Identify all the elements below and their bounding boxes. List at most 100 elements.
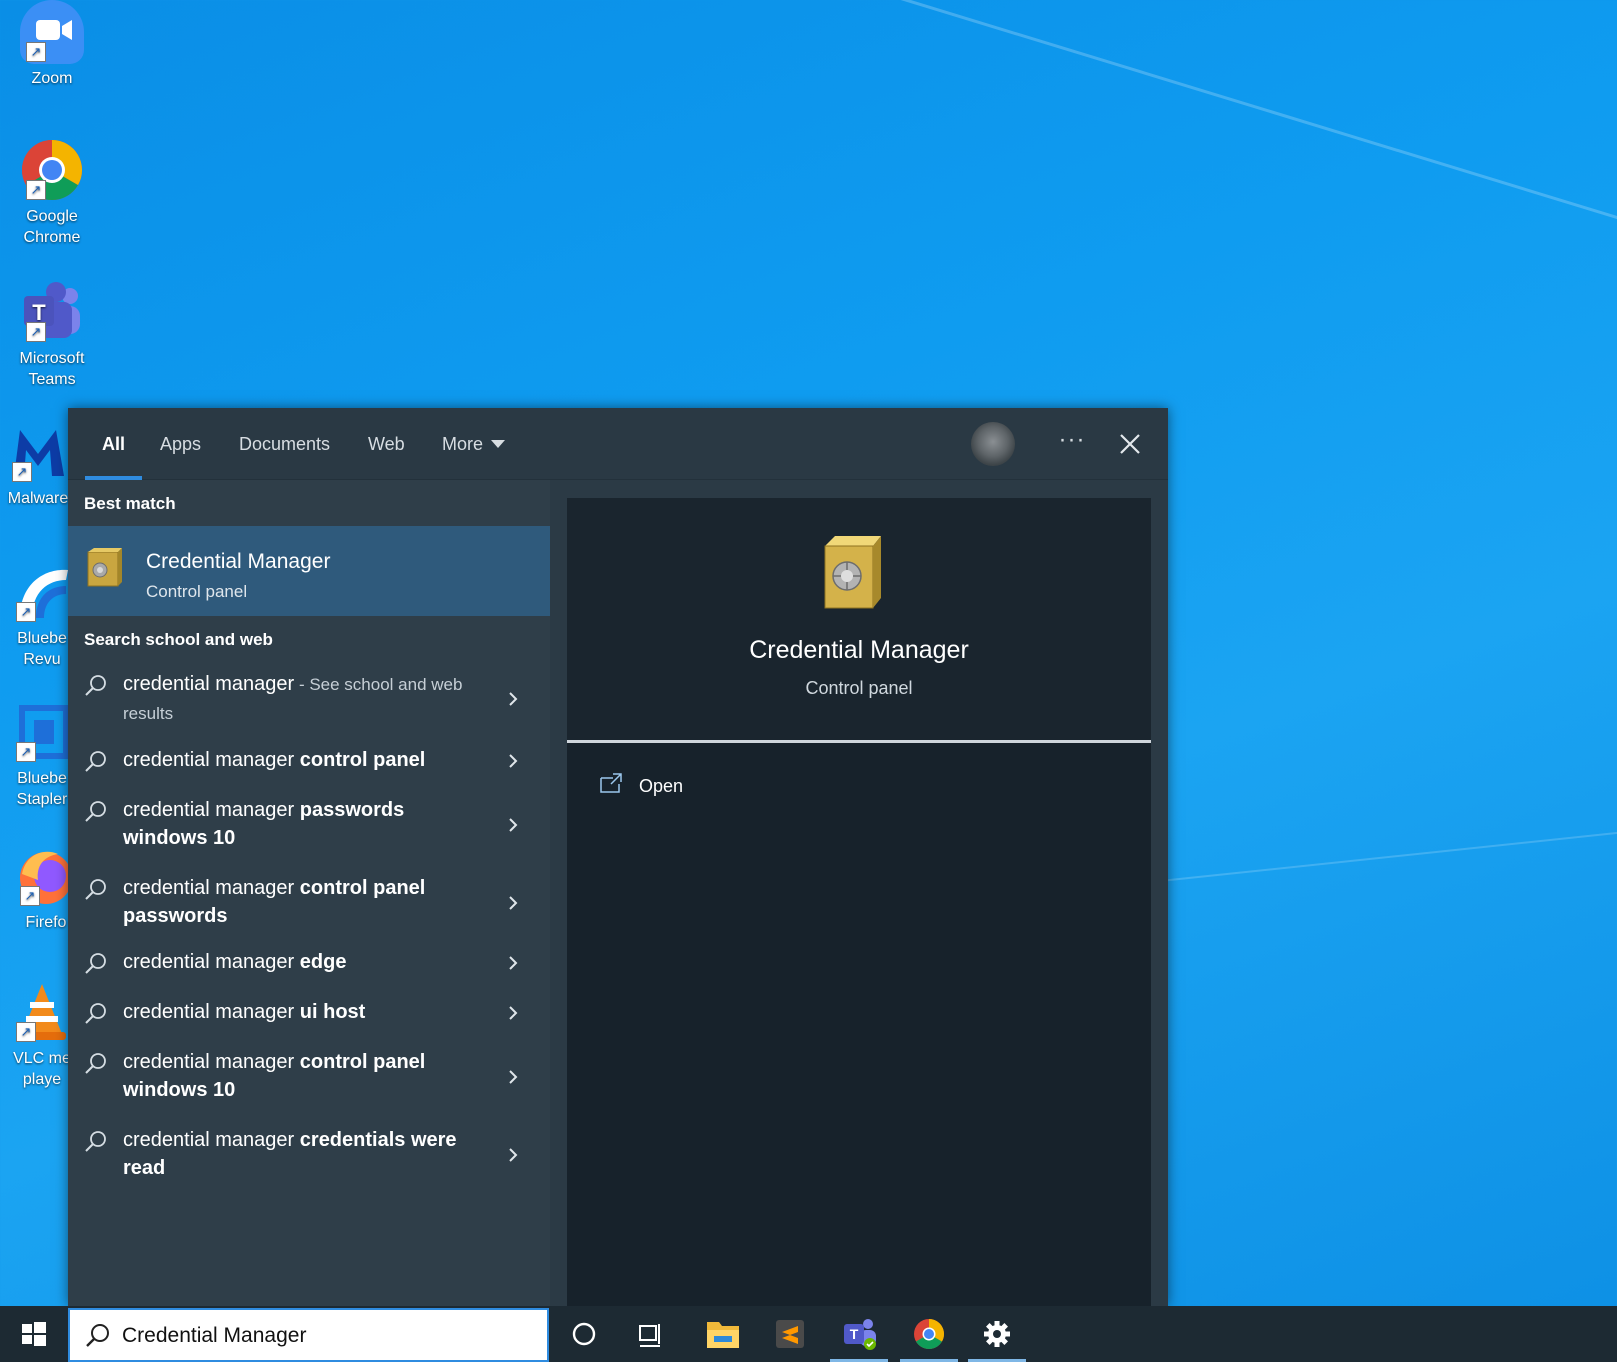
open-icon	[600, 773, 622, 793]
result-bold: control panel	[299, 749, 426, 771]
preview-pane: Credential Manager Control panel Open	[567, 498, 1151, 1306]
best-match-heading: Best match	[84, 494, 176, 513]
tab-more-label: More	[442, 434, 484, 454]
tab-web[interactable]: Web	[368, 408, 405, 480]
web-result-item[interactable]: credential manager - See school and web …	[68, 670, 550, 730]
preview-divider	[567, 740, 1151, 743]
result-prefix: credential manager	[123, 877, 300, 899]
result-prefix: credential manager	[123, 799, 300, 821]
desktop-icon-zoom[interactable]: ↗ Zoom	[2, 0, 102, 89]
cortana-button[interactable]	[551, 1306, 617, 1362]
taskbar-file-explorer[interactable]	[690, 1306, 756, 1362]
desktop-icon-teams[interactable]: T ↗ Microsoft Teams	[2, 280, 102, 390]
search-icon	[85, 953, 106, 974]
search-icon	[85, 751, 106, 772]
taskbar-search-box[interactable]	[68, 1308, 549, 1362]
avatar[interactable]	[971, 422, 1015, 466]
sublime-text-icon	[776, 1320, 804, 1348]
tab-all[interactable]: All	[84, 408, 143, 480]
web-result-text: credential manager - See school and web …	[123, 670, 483, 728]
web-result-item[interactable]: credential manager control panel windows…	[68, 1048, 550, 1108]
best-match-title: Credential Manager	[146, 550, 331, 573]
best-match-item[interactable]: Credential Manager Control panel	[68, 526, 550, 616]
taskbar: T	[0, 1306, 1617, 1362]
preview-title: Credential Manager	[749, 636, 969, 664]
web-result-item[interactable]: credential manager passwords windows 10	[68, 796, 550, 856]
web-result-item[interactable]: credential manager ui host	[68, 998, 550, 1030]
search-tabs-bar: All Apps Documents Web More ···	[68, 408, 1168, 480]
shortcut-arrow-icon: ↗	[16, 742, 36, 762]
result-bold: edge	[299, 951, 347, 973]
web-result-item[interactable]: credential manager control panel passwor…	[68, 874, 550, 934]
web-result-text: credential manager passwords windows 10	[123, 796, 483, 853]
tab-documents[interactable]: Documents	[239, 408, 330, 480]
chevron-right-icon	[509, 818, 518, 832]
tab-more[interactable]: More	[442, 408, 506, 480]
chevron-right-icon	[509, 896, 518, 910]
result-prefix: credential manager	[123, 1129, 300, 1151]
web-result-text: credential manager control panel windows…	[123, 1048, 483, 1105]
wallpaper-light-ray	[1160, 806, 1617, 882]
teams-icon: T ↗	[20, 280, 84, 344]
search-panel: All Apps Documents Web More ··· Best mat…	[68, 408, 1168, 1306]
cortana-circle-icon	[572, 1322, 596, 1346]
web-result-item[interactable]: credential manager credentials were read	[68, 1126, 550, 1186]
web-results-heading: Search school and web	[84, 630, 273, 649]
wallpaper-light-ray	[779, 0, 1617, 314]
search-input[interactable]	[122, 1320, 532, 1352]
web-result-item[interactable]: credential manager edge	[68, 948, 550, 980]
search-icon	[85, 1003, 106, 1024]
web-result-text: credential manager credentials were read	[123, 1126, 483, 1183]
chrome-icon	[914, 1319, 945, 1350]
malwarebytes-icon: ↗	[6, 420, 70, 484]
preview-subtitle: Control panel	[805, 678, 913, 698]
teams-icon: T	[844, 1319, 876, 1350]
result-prefix: credential manager	[123, 1051, 300, 1073]
search-icon	[85, 1131, 106, 1152]
vault-icon	[86, 546, 122, 590]
result-prefix: credential manager	[123, 951, 300, 973]
web-result-text: credential manager ui host	[123, 998, 483, 1027]
start-button[interactable]	[0, 1306, 68, 1362]
zoom-icon: ↗	[20, 0, 84, 64]
web-result-text: credential manager edge	[123, 948, 483, 977]
task-view-button[interactable]	[618, 1306, 684, 1362]
result-bold: ui host	[299, 1001, 366, 1023]
shortcut-arrow-icon: ↗	[16, 1022, 36, 1042]
chevron-right-icon	[509, 1070, 518, 1084]
more-options-icon[interactable]: ···	[1050, 422, 1094, 466]
taskbar-sublime-text[interactable]	[757, 1306, 823, 1362]
result-prefix: credential manager	[123, 749, 300, 771]
shortcut-arrow-icon: ↗	[26, 322, 46, 342]
result-prefix: credential manager	[123, 673, 295, 695]
web-result-item[interactable]: credential manager control panel	[68, 746, 550, 778]
desktop-icon-label: Zoom	[31, 70, 73, 87]
result-prefix: credential manager	[123, 1001, 300, 1023]
chevron-right-icon	[509, 1148, 518, 1162]
tab-apps[interactable]: Apps	[160, 408, 201, 480]
svg-text:T: T	[850, 1326, 859, 1342]
shortcut-arrow-icon: ↗	[26, 180, 46, 200]
bluebeam-revu-icon: ↗	[10, 560, 74, 624]
taskbar-teams[interactable]: T	[826, 1306, 892, 1362]
web-result-text: credential manager control panel passwor…	[123, 874, 483, 931]
results-list: Best match Credential Manager Control pa…	[68, 480, 550, 1306]
best-match-subtitle: Control panel	[146, 582, 248, 601]
taskbar-chrome[interactable]	[896, 1306, 962, 1362]
desktop-icon-chrome[interactable]: ↗ Google Chrome	[2, 138, 102, 248]
vlc-icon: ↗	[10, 980, 74, 1044]
folder-icon	[707, 1322, 739, 1348]
shortcut-arrow-icon: ↗	[16, 602, 36, 622]
gear-icon	[984, 1321, 1010, 1347]
vault-large-icon	[819, 534, 885, 610]
close-button[interactable]	[1108, 422, 1152, 466]
taskbar-settings[interactable]	[964, 1306, 1030, 1362]
chrome-icon: ↗	[20, 138, 84, 202]
search-icon	[85, 675, 106, 696]
chevron-right-icon	[509, 956, 518, 970]
open-action-label: Open	[639, 776, 684, 796]
chevron-right-icon	[509, 754, 518, 768]
search-icon	[86, 1324, 109, 1347]
desktop-icon-label: Microsoft Teams	[19, 350, 85, 388]
search-icon	[85, 1053, 106, 1074]
